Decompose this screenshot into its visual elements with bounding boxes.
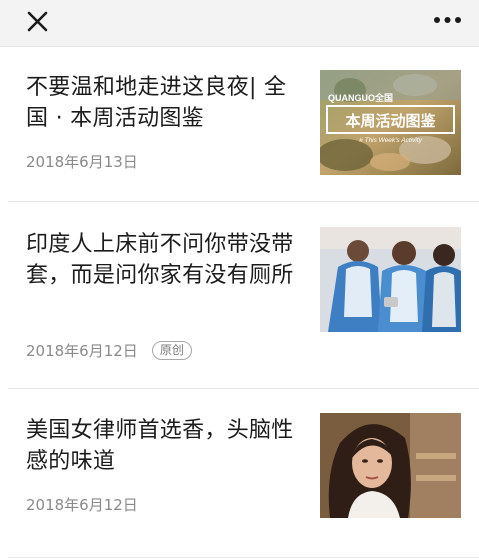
article-item[interactable]: 美国女律师首选香，头脑性感的味道 2018年6月12日 [0,389,479,558]
article-title: 印度人上床前不问你带没带套，而是问你家有没有厕所 [26,232,294,288]
top-toolbar [0,0,479,47]
thumbnail-subcaption: # This Week's Activity [359,137,422,144]
article-thumbnail [320,413,461,518]
article-meta: 2018年6月12日 原创 [26,339,192,361]
original-badge: 原创 [151,340,192,360]
thumbnail-caption: 本周活动图鉴 [345,112,436,130]
article-date: 2018年6月12日 [26,495,138,514]
article-item[interactable]: 不要温和地走进这良夜| 全国 · 本周活动图鉴 2018年6月13日 QUANG… [0,47,479,202]
article-title: 美国女律师首选香，头脑性感的味道 [26,418,294,474]
close-icon [27,11,48,32]
article-item[interactable]: 印度人上床前不问你带没带套，而是问你家有没有厕所 2018年6月12日 原创 [0,202,479,389]
article-date: 2018年6月12日 [26,341,138,360]
article-meta: 2018年6月12日 [26,493,138,515]
article-thumbnail [320,227,461,332]
close-button[interactable] [22,5,54,37]
article-date: 2018年6月13日 [26,152,138,171]
more-icon [434,17,461,23]
article-title: 不要温和地走进这良夜| 全国 · 本周活动图鉴 [26,75,287,131]
article-thumbnail: QUANGUO全国 本周活动图鉴 # This Week's Activity [320,70,461,175]
thumbnail-brand: QUANGUO全国 [328,92,393,103]
more-options-button[interactable] [431,12,467,32]
article-meta: 2018年6月13日 [26,150,138,172]
